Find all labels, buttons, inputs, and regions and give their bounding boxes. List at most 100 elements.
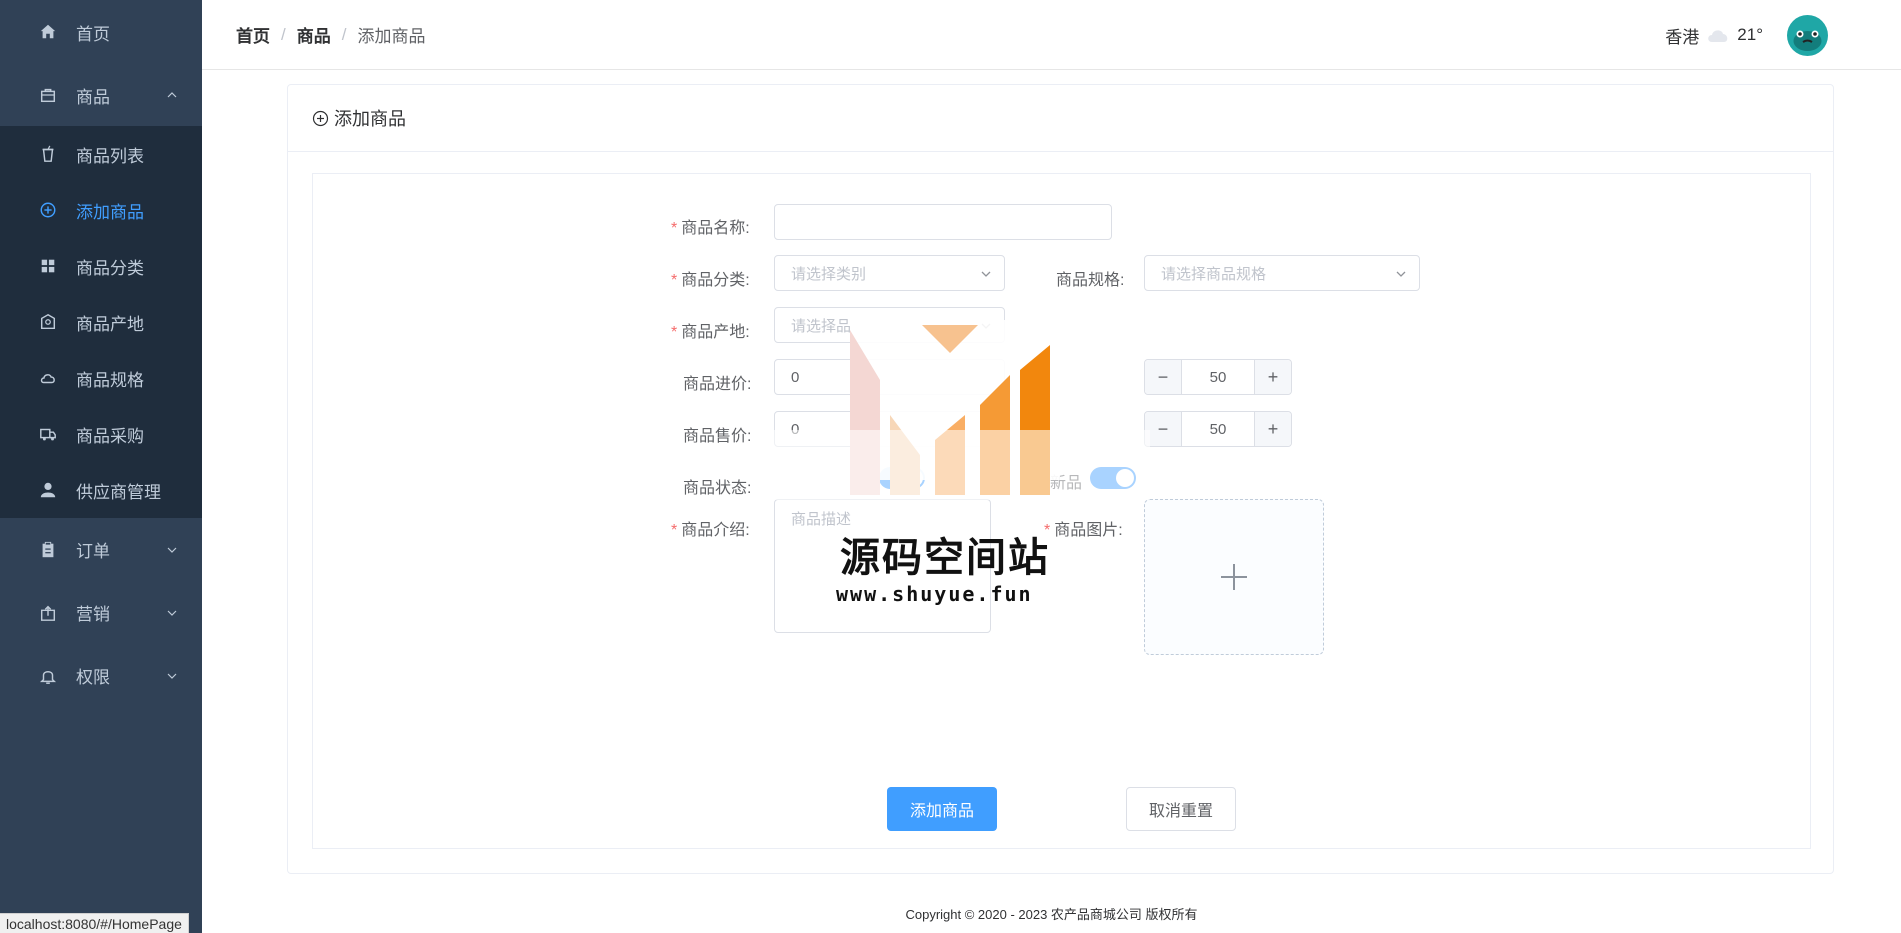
menu-orders-label: 订单 bbox=[76, 542, 110, 561]
breadcrumb-home[interactable]: 首页 bbox=[236, 22, 270, 47]
decrease-button[interactable]: − bbox=[1145, 360, 1182, 394]
menu-permission-label: 权限 bbox=[76, 668, 110, 687]
cost-label: 商品进价: bbox=[683, 376, 752, 393]
image-upload[interactable] bbox=[1144, 499, 1324, 655]
user-icon bbox=[38, 480, 58, 500]
breadcrumb-current: 添加商品 bbox=[357, 27, 426, 46]
goods-name-input[interactable] bbox=[774, 204, 1112, 240]
avatar[interactable] bbox=[1787, 14, 1828, 56]
add-goods-card: 添加商品 * 商品名称: * 商品分类: 请选择类别 商品规格: 请选择商品规格 *… bbox=[287, 84, 1834, 874]
bell-icon bbox=[38, 666, 58, 686]
sidebar-item-label: 商品列表 bbox=[76, 146, 144, 166]
card-header: 添加商品 bbox=[288, 85, 1833, 152]
shopping-bag-icon bbox=[38, 85, 58, 105]
cup-icon bbox=[38, 144, 58, 164]
image-label: * 商品图片: bbox=[1044, 522, 1123, 539]
browser-status-url: localhost:8080/#/HomePage bbox=[0, 913, 189, 933]
plus-icon bbox=[1221, 564, 1247, 590]
plus-circle-icon bbox=[38, 200, 58, 220]
avatar-face-icon bbox=[1793, 30, 1822, 51]
add-goods-button[interactable]: 添加商品 bbox=[887, 787, 997, 831]
sidebar-item-label: 供应商管理 bbox=[76, 482, 161, 502]
truck-icon bbox=[38, 424, 58, 444]
sidebar-item-label: 添加商品 bbox=[76, 202, 144, 222]
new-product-switch[interactable] bbox=[1090, 467, 1136, 489]
footer-copyright: Copyright © 2020 - 2023 农产品商城公司 版权所有 bbox=[905, 907, 1198, 922]
sidebar-item-goods-origin[interactable]: 商品产地 bbox=[0, 294, 202, 350]
new-label: 新品 bbox=[1050, 475, 1083, 492]
weather-city: 香港 bbox=[1665, 27, 1700, 47]
status-label: 商品状态: bbox=[683, 480, 752, 497]
price-label: 商品售价: bbox=[683, 428, 752, 445]
reset-button[interactable]: 取消重置 bbox=[1126, 787, 1236, 831]
menu-marketing-label: 营销 bbox=[76, 605, 110, 624]
spec-placeholder: 请选择商品规格 bbox=[1161, 265, 1267, 283]
breadcrumb-goods[interactable]: 商品 bbox=[297, 22, 331, 47]
goods-submenu: 商品列表 添加商品 商品分类 商品产地 商品规格 商品采购 供应商管理 bbox=[0, 126, 202, 518]
menu-marketing[interactable]: 营销 bbox=[0, 581, 202, 644]
top-header: 首页 / 商品 / 添加商品 香港 21° bbox=[202, 0, 1901, 70]
sell-icon bbox=[38, 603, 58, 623]
increase-button[interactable]: + bbox=[1254, 360, 1291, 394]
name-label: * 商品名称: bbox=[671, 220, 750, 237]
sidebar-item-goods-purchase[interactable]: 商品采购 bbox=[0, 406, 202, 462]
card-title: 添加商品 bbox=[334, 109, 406, 129]
price-stock-stepper: − 50 + bbox=[1144, 411, 1292, 447]
home-icon bbox=[38, 22, 58, 42]
sidebar-item-supplier[interactable]: 供应商管理 bbox=[0, 462, 202, 518]
chevron-down-icon bbox=[981, 271, 991, 277]
chevron-down-icon bbox=[167, 547, 177, 553]
decrease-button[interactable]: − bbox=[1145, 412, 1182, 446]
category-placeholder: 请选择类别 bbox=[791, 265, 867, 283]
stepper-value[interactable]: 50 bbox=[1182, 360, 1254, 394]
origin-placeholder: 请选择品 bbox=[791, 317, 852, 335]
menu-home-label: 首页 bbox=[76, 24, 110, 44]
sidebar-item-goods-list[interactable]: 商品列表 bbox=[0, 126, 202, 182]
breadcrumb-separator: / bbox=[341, 24, 347, 44]
weather-widget: 香港 21° bbox=[1665, 23, 1763, 48]
spec-label: 商品规格: bbox=[1056, 272, 1125, 289]
chevron-down-icon bbox=[167, 673, 177, 679]
origin-select[interactable]: 请选择品 bbox=[774, 307, 1005, 343]
sidebar-item-label: 商品产地 bbox=[76, 314, 144, 334]
increase-button[interactable]: + bbox=[1254, 412, 1291, 446]
cloud-weather-icon bbox=[1708, 30, 1728, 42]
breadcrumb-separator: / bbox=[281, 24, 286, 44]
weather-temperature: 21° bbox=[1737, 25, 1763, 44]
menu-permission[interactable]: 权限 bbox=[0, 644, 202, 707]
price-input[interactable]: 0 bbox=[774, 411, 1005, 447]
chevron-down-icon bbox=[167, 610, 177, 616]
sidebar-item-label: 商品采购 bbox=[76, 426, 144, 446]
menu-home[interactable]: 首页 bbox=[0, 0, 202, 64]
menu-orders[interactable]: 订单 bbox=[0, 518, 202, 581]
category-label: * 商品分类: bbox=[671, 272, 750, 289]
chevron-up-icon bbox=[167, 92, 177, 98]
spec-select[interactable]: 请选择商品规格 bbox=[1144, 255, 1420, 291]
sidebar-item-add-goods[interactable]: 添加商品 bbox=[0, 182, 202, 238]
breadcrumb: 首页 / 商品 / 添加商品 bbox=[236, 22, 425, 47]
description-textarea[interactable]: 商品描述 bbox=[774, 499, 991, 633]
goods-form: * 商品名称: * 商品分类: 请选择类别 商品规格: 请选择商品规格 * 商品产地:… bbox=[312, 173, 1811, 849]
cost-input[interactable]: 0 bbox=[774, 359, 1005, 395]
sidebar-item-label: 商品分类 bbox=[76, 258, 144, 278]
stepper-value[interactable]: 50 bbox=[1182, 412, 1254, 446]
sidebar: 首页 商品 商品列表 添加商品 商品分类 商品产地 商品规格 商品采购 供应商管… bbox=[0, 0, 202, 933]
header-right: 香港 21° bbox=[1665, 0, 1828, 70]
clipboard-icon bbox=[38, 540, 58, 560]
cost-stock-stepper: − 50 + bbox=[1144, 359, 1292, 395]
origin-label: * 商品产地: bbox=[671, 324, 750, 341]
grid-icon bbox=[38, 256, 58, 276]
chevron-down-icon bbox=[981, 323, 991, 329]
desc-label: * 商品介绍: bbox=[671, 522, 750, 539]
sidebar-item-label: 商品规格 bbox=[76, 370, 144, 390]
menu-goods[interactable]: 商品 bbox=[0, 64, 202, 126]
menu-goods-label: 商品 bbox=[76, 87, 110, 107]
sidebar-item-goods-category[interactable]: 商品分类 bbox=[0, 238, 202, 294]
sidebar-item-goods-spec[interactable]: 商品规格 bbox=[0, 350, 202, 406]
description-placeholder: 商品描述 bbox=[791, 511, 852, 528]
plus-circle-icon bbox=[312, 110, 329, 126]
category-select[interactable]: 请选择类别 bbox=[774, 255, 1005, 291]
status-switch[interactable] bbox=[879, 467, 925, 489]
chevron-down-icon bbox=[1396, 271, 1406, 277]
location-icon bbox=[38, 312, 58, 332]
